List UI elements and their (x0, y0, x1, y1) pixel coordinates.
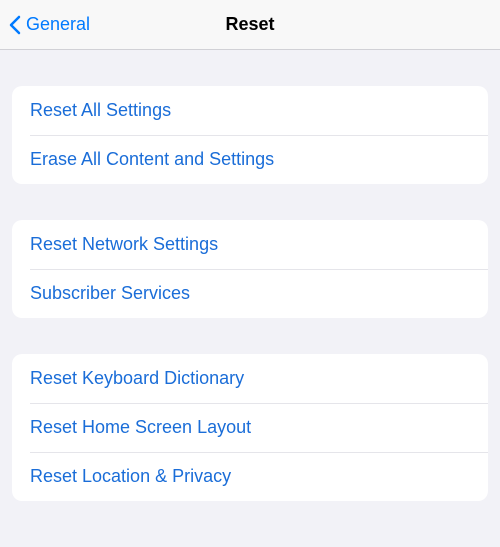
content: Reset All Settings Erase All Content and… (0, 50, 500, 501)
reset-keyboard-dictionary[interactable]: Reset Keyboard Dictionary (12, 354, 488, 403)
nav-header: General Reset (0, 0, 500, 50)
reset-location-and-privacy[interactable]: Reset Location & Privacy (12, 452, 488, 501)
settings-group: Reset Network Settings Subscriber Servic… (12, 220, 488, 318)
row-label: Subscriber Services (30, 283, 190, 303)
row-label: Reset Location & Privacy (30, 466, 231, 486)
back-label: General (26, 14, 90, 35)
row-label: Erase All Content and Settings (30, 149, 274, 169)
settings-group: Reset Keyboard Dictionary Reset Home Scr… (12, 354, 488, 501)
back-button[interactable]: General (8, 14, 90, 35)
subscriber-services[interactable]: Subscriber Services (12, 269, 488, 318)
settings-group: Reset All Settings Erase All Content and… (12, 86, 488, 184)
page-title: Reset (225, 14, 274, 35)
reset-home-screen-layout[interactable]: Reset Home Screen Layout (12, 403, 488, 452)
erase-all-content-and-settings[interactable]: Erase All Content and Settings (12, 135, 488, 184)
row-label: Reset Keyboard Dictionary (30, 368, 244, 388)
chevron-left-icon (8, 15, 22, 35)
row-label: Reset Network Settings (30, 234, 218, 254)
row-label: Reset Home Screen Layout (30, 417, 251, 437)
reset-network-settings[interactable]: Reset Network Settings (12, 220, 488, 269)
reset-all-settings[interactable]: Reset All Settings (12, 86, 488, 135)
row-label: Reset All Settings (30, 100, 171, 120)
